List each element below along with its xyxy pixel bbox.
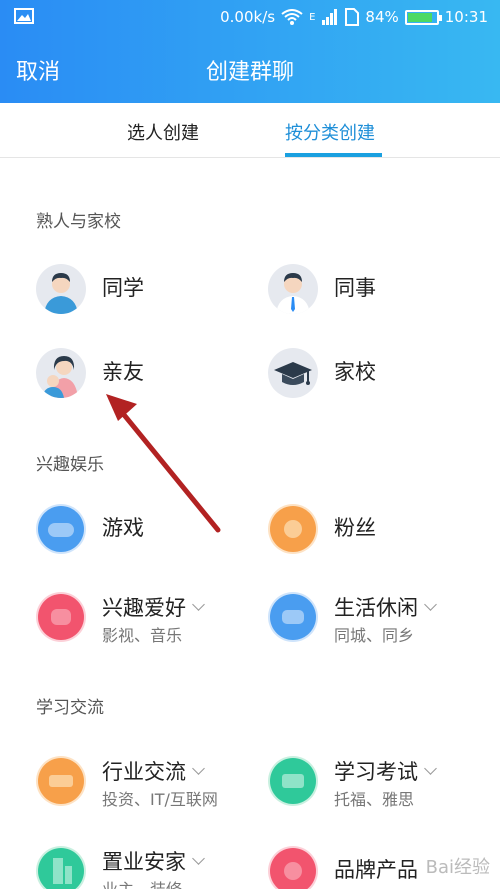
- clock-time: 10:31: [444, 8, 488, 26]
- category-item-hobby[interactable]: 兴趣爱好 影视、音乐: [36, 592, 256, 648]
- section-title-interest: 兴趣娱乐: [36, 455, 104, 475]
- industry-exchange-icon: [36, 756, 86, 806]
- chevron-down-icon[interactable]: [424, 762, 437, 775]
- chevron-down-icon[interactable]: [192, 762, 205, 775]
- category-label: 游戏: [102, 516, 144, 540]
- category-item-property[interactable]: 置业安家 业主、装修: [36, 846, 256, 889]
- graduation-cap-icon: [268, 348, 318, 398]
- colleague-avatar-icon: [268, 264, 318, 314]
- category-item-fans[interactable]: 粉丝: [268, 504, 488, 560]
- category-label: 家校: [334, 360, 376, 384]
- category-label: 亲友: [102, 360, 144, 384]
- battery-percent: 84%: [365, 8, 399, 26]
- category-subtitle: 业主、装修: [102, 876, 182, 889]
- category-subtitle: 影视、音乐: [102, 626, 183, 645]
- category-label: 品牌产品: [334, 858, 418, 882]
- chevron-down-icon[interactable]: [424, 598, 437, 611]
- game-controller-icon: [36, 504, 86, 554]
- status-bar: 0.00k/s E 84% 10:31: [0, 0, 500, 34]
- wifi-icon: [281, 9, 303, 25]
- category-label-row: 行业交流: [102, 756, 205, 786]
- category-item-life[interactable]: 生活休闲 同城、同乡: [268, 592, 488, 648]
- category-label-row: 置业安家: [102, 846, 205, 876]
- page-title: 创建群聊: [205, 60, 294, 85]
- battery-icon: [404, 9, 442, 25]
- chevron-down-icon[interactable]: [192, 852, 205, 865]
- category-label: 同学: [102, 276, 144, 300]
- category-item-industry[interactable]: 行业交流 投资、IT/互联网: [36, 756, 256, 812]
- fans-star-icon: [268, 504, 318, 554]
- category-label-row: 生活休闲: [334, 592, 437, 622]
- network-type: E: [309, 11, 316, 23]
- tab-select-people[interactable]: 选人创建: [127, 119, 199, 145]
- app-header: 0.00k/s E 84% 10:31 取消 创建群聊: [0, 0, 500, 103]
- category-label: 行业交流: [102, 760, 186, 784]
- category-item-relatives[interactable]: 亲友: [36, 348, 256, 404]
- study-exam-icon: [268, 756, 318, 806]
- tab-bar: 选人创建 按分类创建: [0, 103, 500, 158]
- battery-level: [407, 12, 432, 22]
- category-label: 同事: [334, 276, 376, 300]
- brand-product-icon: [268, 846, 318, 889]
- category-label-row: 兴趣爱好: [102, 592, 205, 622]
- chevron-down-icon[interactable]: [192, 598, 205, 611]
- property-building-icon: [36, 846, 86, 889]
- hobby-heart-icon: [36, 592, 86, 642]
- category-item-classmate[interactable]: 同学: [36, 264, 256, 320]
- category-label: 置业安家: [102, 850, 186, 874]
- category-subtitle: 同城、同乡: [334, 626, 415, 645]
- category-label: 学习考试: [334, 760, 418, 784]
- section-title-study: 学习交流: [36, 698, 104, 718]
- category-label: 兴趣爱好: [102, 596, 186, 620]
- category-label: 粉丝: [334, 516, 376, 540]
- category-subtitle: 投资、IT/互联网: [102, 790, 218, 809]
- tab-by-category[interactable]: 按分类创建: [285, 119, 375, 145]
- family-avatar-icon: [36, 348, 86, 398]
- category-item-game[interactable]: 游戏: [36, 504, 256, 560]
- network-speed: 0.00k/s: [220, 8, 276, 26]
- section-title-acquaintance: 熟人与家校: [36, 212, 121, 232]
- category-item-exam[interactable]: 学习考试 托福、雅思: [268, 756, 488, 812]
- category-item-colleague[interactable]: 同事: [268, 264, 488, 320]
- classmate-avatar-icon: [36, 264, 86, 314]
- image-notification-icon: [14, 8, 34, 24]
- category-label-row: 学习考试: [334, 756, 437, 786]
- watermark: Bai经验: [425, 857, 490, 878]
- category-label: 生活休闲: [334, 596, 418, 620]
- category-item-school[interactable]: 家校: [268, 348, 488, 404]
- signal-icon: [322, 9, 338, 25]
- life-leisure-icon: [268, 592, 318, 642]
- active-tab-indicator: [285, 153, 382, 157]
- category-subtitle: 托福、雅思: [334, 790, 415, 809]
- sim-card-icon: [345, 8, 360, 26]
